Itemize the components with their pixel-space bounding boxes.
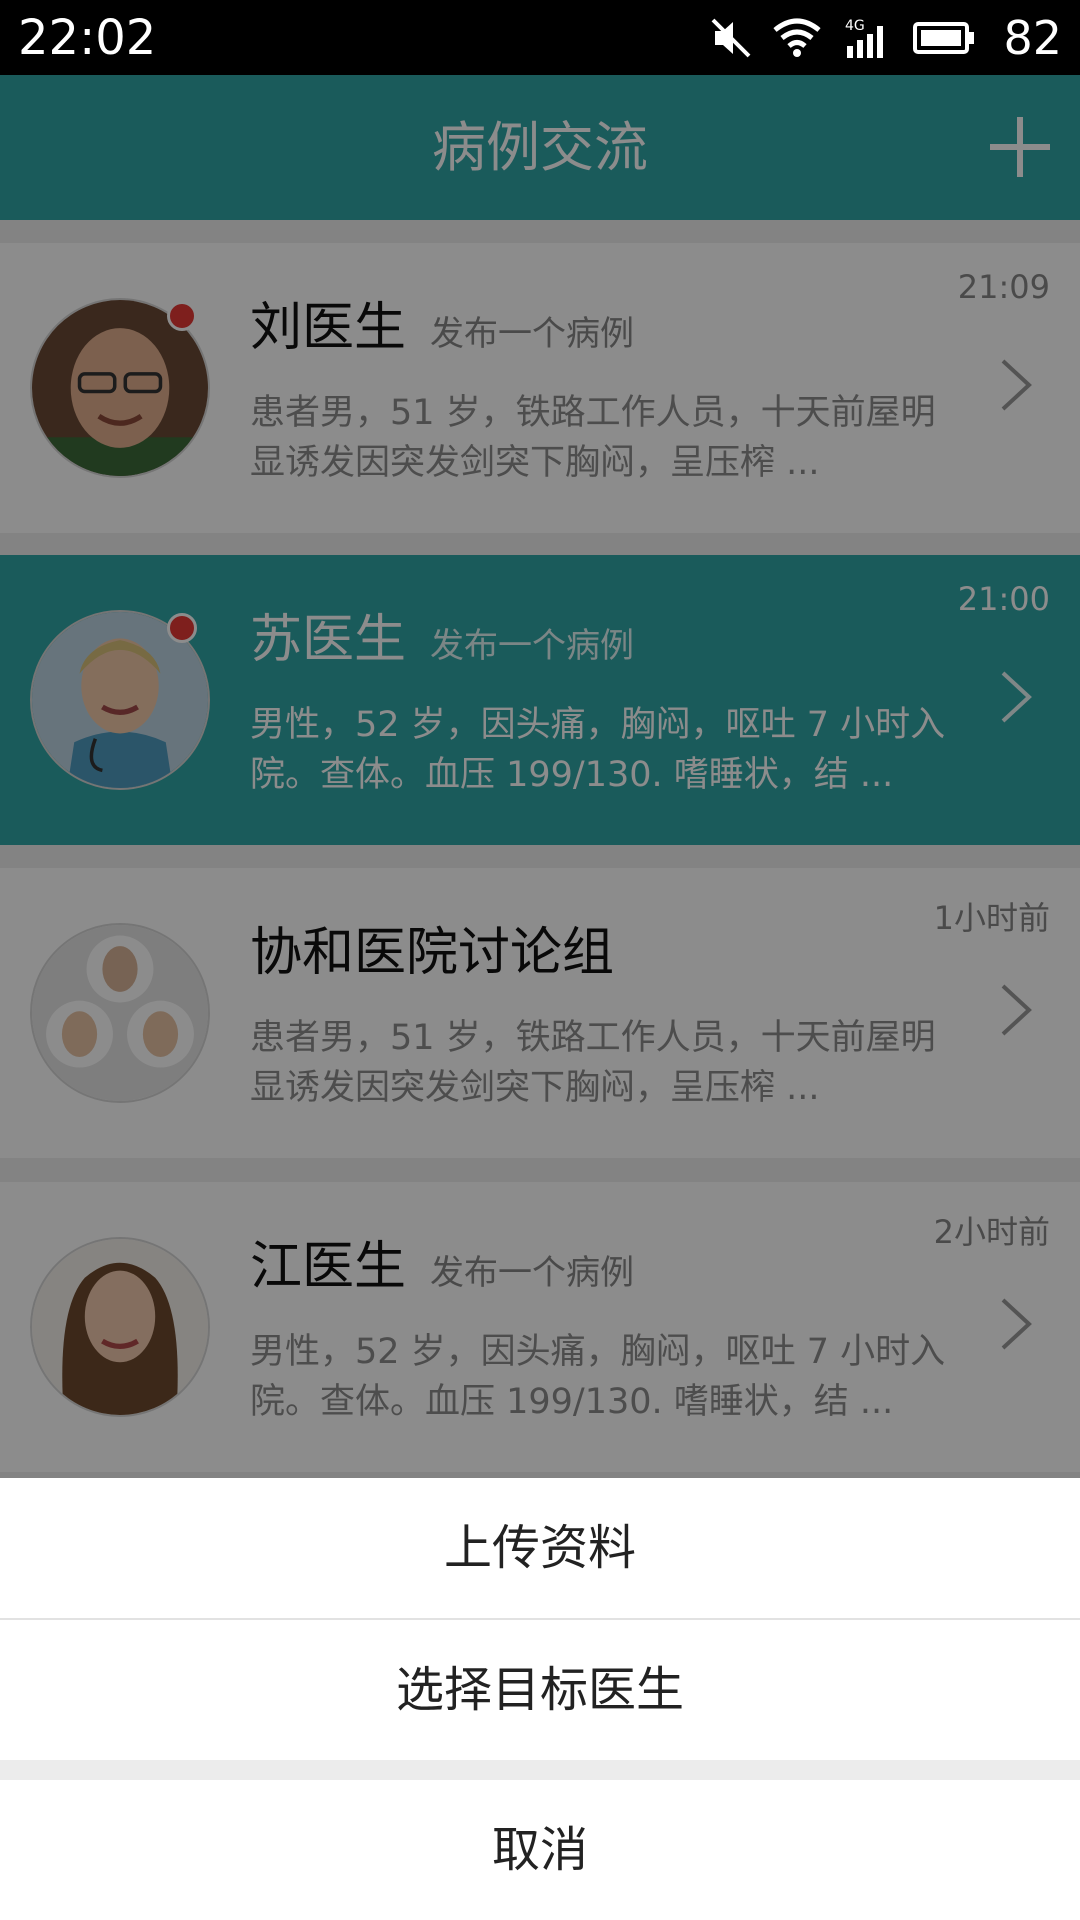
svg-text:4G: 4G — [845, 18, 865, 34]
battery-icon — [913, 21, 975, 55]
cancel-button[interactable]: 取消 — [0, 1780, 1080, 1920]
status-time: 22:02 — [18, 10, 157, 66]
select-doctor-button[interactable]: 选择目标医生 — [0, 1620, 1080, 1760]
upload-button[interactable]: 上传资料 — [0, 1478, 1080, 1618]
mute-icon — [711, 16, 751, 60]
battery-level: 82 — [1003, 10, 1062, 65]
status-bar: 22:02 4G 82 — [0, 0, 1080, 75]
status-icons: 4G 82 — [711, 0, 1062, 75]
wifi-icon — [773, 18, 822, 58]
signal-4g-icon: 4G — [843, 16, 891, 60]
action-sheet: 上传资料 选择目标医生 取消 — [0, 1478, 1080, 1920]
